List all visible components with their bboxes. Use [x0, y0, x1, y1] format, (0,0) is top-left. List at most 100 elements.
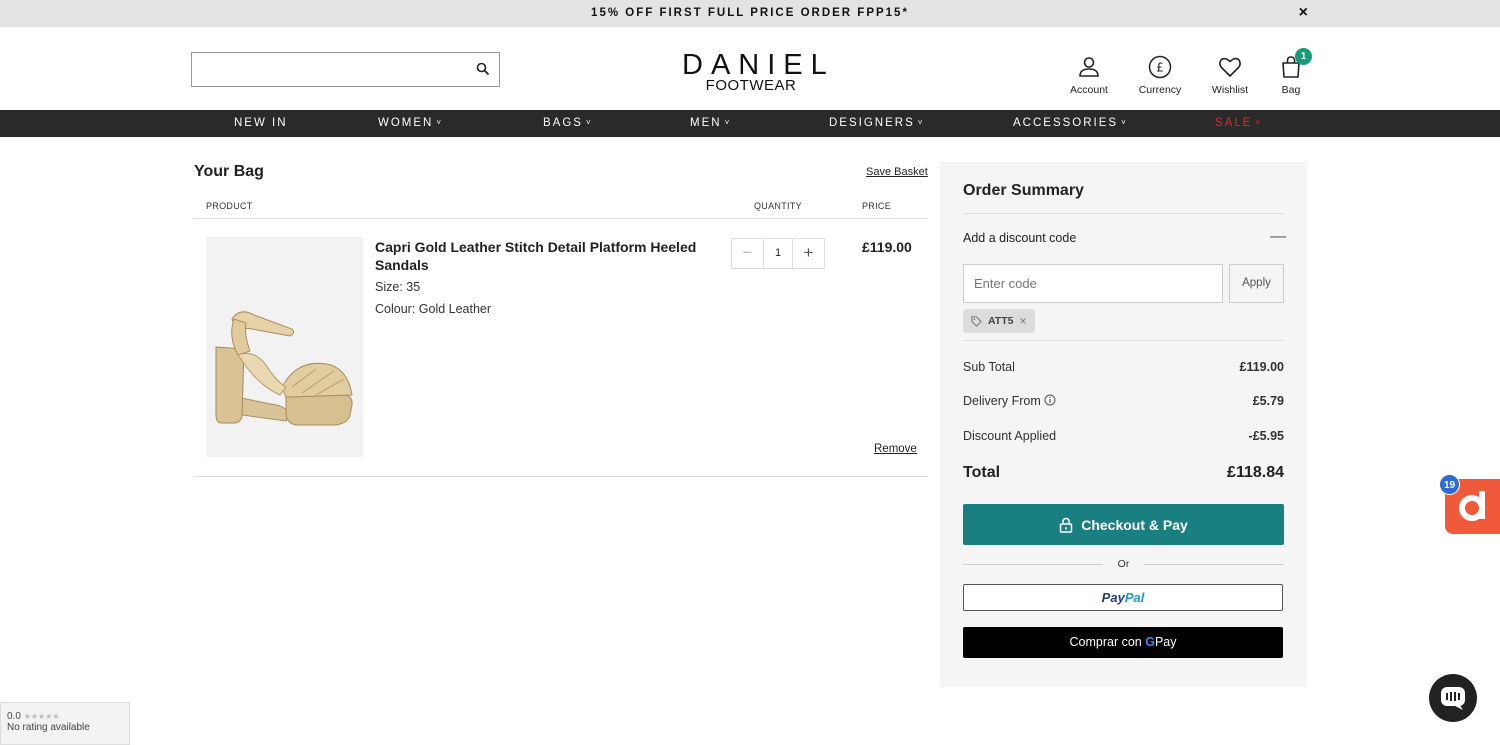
decrease-quantity-button[interactable]: −: [732, 239, 763, 268]
divider: [963, 340, 1284, 341]
column-price: PRICE: [862, 201, 892, 211]
wishlist-link[interactable]: Wishlist: [1200, 55, 1260, 96]
nav-bags[interactable]: BAGS ˅: [543, 117, 591, 129]
increase-quantity-button[interactable]: +: [793, 239, 824, 268]
chevron-down-icon: ˅: [1121, 118, 1126, 127]
nav-designers[interactable]: DESIGNERS ˅: [829, 117, 922, 129]
checkout-button[interactable]: Checkout & Pay: [963, 504, 1284, 545]
google-pay-button[interactable]: Comprar con GPay: [963, 627, 1283, 658]
or-separator: Or: [963, 558, 1284, 572]
nav-accessories[interactable]: ACCESSORIES ˅: [1013, 117, 1126, 129]
rating-score: 0.0 ★★★★★: [7, 711, 129, 722]
site-header: DANIEL FOOTWEAR Account £ Currency Wishl…: [0, 27, 1500, 110]
chat-button[interactable]: [1429, 674, 1477, 722]
product-colour: Colour: Gold Leather: [375, 302, 492, 316]
remove-item-link[interactable]: Remove: [874, 443, 917, 455]
discount-code-input[interactable]: [963, 264, 1223, 303]
bag-link[interactable]: Bag 1: [1261, 48, 1321, 96]
search-icon[interactable]: [476, 62, 490, 76]
column-product: PRODUCT: [206, 201, 253, 211]
pound-currency-icon: £: [1148, 55, 1172, 79]
svg-text:£: £: [1156, 61, 1164, 75]
search-box: [191, 52, 500, 87]
bag-label: Bag: [1281, 84, 1301, 96]
logo[interactable]: DANIEL FOOTWEAR: [676, 49, 835, 94]
chevron-down-icon: ˅: [1255, 118, 1261, 127]
divider: [963, 213, 1284, 214]
wishlist-label: Wishlist: [1211, 84, 1249, 96]
chevron-down-icon: ˅: [917, 118, 923, 127]
google-g-icon: G: [1145, 635, 1155, 649]
nav-new-in[interactable]: NEW IN: [234, 117, 288, 129]
paypal-logo-pay: Pay: [1101, 590, 1125, 605]
applied-coupon-chip: ATT5 ×: [963, 309, 1035, 333]
remove-coupon-icon[interactable]: ×: [1019, 314, 1026, 328]
nav-men-label: MEN: [690, 117, 722, 129]
order-summary: Order Summary Add a discount code — Appl…: [940, 162, 1307, 687]
delivery-label-text: Delivery From: [963, 394, 1041, 408]
paypal-logo-pal: Pal: [1124, 590, 1145, 605]
promo-text: 15% OFF FIRST FULL PRICE ORDER FPP15*: [591, 7, 909, 19]
bag-column-headers: PRODUCT QUANTITY PRICE: [193, 199, 928, 219]
quantity-stepper: − 1 +: [731, 238, 825, 269]
rating-widget[interactable]: 0.0 ★★★★★ No rating available: [0, 702, 130, 745]
paypal-button[interactable]: PayPal: [963, 584, 1283, 611]
page-title: Your Bag: [194, 163, 264, 180]
divider: [1144, 564, 1284, 565]
product-name[interactable]: Capri Gold Leather Stitch Detail Platfor…: [375, 238, 705, 274]
delivery-label: Delivery From: [963, 394, 1056, 408]
rating-score-value: 0.0: [7, 711, 21, 722]
gpay-suffix: Pay: [1154, 635, 1177, 649]
chat-icon: [1441, 687, 1465, 710]
product-size: Size: 35: [375, 280, 421, 294]
applied-coupon-code: ATT5: [988, 315, 1014, 327]
tag-icon: [971, 315, 982, 327]
currency-link[interactable]: £ Currency: [1130, 55, 1190, 96]
nav-sale[interactable]: SALE ˅: [1215, 117, 1260, 129]
order-summary-title: Order Summary: [963, 182, 1084, 199]
heart-icon: [1219, 57, 1241, 77]
nav-new-in-label: NEW IN: [234, 117, 288, 129]
nav-women[interactable]: WOMEN ˅: [378, 117, 441, 129]
apply-code-button[interactable]: Apply: [1229, 264, 1284, 303]
column-quantity: QUANTITY: [754, 201, 802, 211]
rating-text: No rating available: [7, 722, 90, 733]
collapse-icon[interactable]: —: [1270, 228, 1286, 246]
account-label: Account: [1070, 84, 1108, 96]
sandal-image: [215, 311, 353, 426]
subtotal-value: £119.00: [1239, 360, 1285, 374]
save-basket-link[interactable]: Save Basket: [866, 166, 928, 178]
chevron-down-icon: ˅: [585, 118, 591, 127]
discount-applied-value: -£5.95: [1248, 429, 1284, 443]
logo-sub-text: FOOTWEAR: [705, 77, 797, 94]
nav-designers-label: DESIGNERS: [829, 117, 915, 129]
notification-count-badge: 19: [1439, 474, 1460, 495]
bag-count-badge: 1: [1295, 48, 1312, 65]
close-icon[interactable]: ×: [1299, 4, 1308, 22]
delivery-value: £5.79: [1252, 394, 1284, 408]
divider: [193, 476, 928, 477]
search-input[interactable]: [192, 53, 462, 86]
checkout-button-label: Checkout & Pay: [1081, 516, 1188, 533]
subtotal-label: Sub Total: [963, 360, 1015, 374]
total-label: Total: [963, 464, 1001, 481]
chevron-down-icon: ˅: [436, 118, 442, 127]
nav-men[interactable]: MEN ˅: [690, 117, 729, 129]
loyalty-widget[interactable]: 19: [1439, 474, 1500, 534]
nav-sale-label: SALE: [1215, 117, 1253, 129]
account-link[interactable]: Account: [1059, 55, 1119, 96]
nav-bags-label: BAGS: [543, 117, 583, 129]
main-nav: NEW IN WOMEN ˅ BAGS ˅ MEN ˅ DESIGNERS ˅ ACCE…: [0, 110, 1500, 137]
gpay-prefix: Comprar con: [1069, 635, 1142, 649]
discount-applied-label: Discount Applied: [963, 429, 1057, 443]
info-icon[interactable]: [1044, 394, 1056, 406]
chevron-down-icon: ˅: [724, 118, 730, 127]
quantity-value[interactable]: 1: [763, 239, 793, 268]
product-price: £119.00: [862, 239, 912, 255]
discount-code-toggle-label[interactable]: Add a discount code: [963, 231, 1076, 245]
nav-women-label: WOMEN: [378, 117, 434, 129]
lock-icon: [1059, 517, 1073, 533]
logo-main-text: DANIEL: [682, 49, 835, 81]
product-image[interactable]: [206, 237, 363, 457]
star-rating-icon: ★★★★★: [23, 712, 60, 721]
